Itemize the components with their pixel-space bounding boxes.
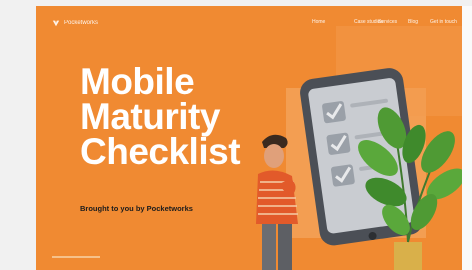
page-title: Mobile Maturity Checklist [80, 61, 241, 172]
byline: Brought to you by Pocketworks [80, 204, 193, 213]
page-edge [462, 6, 472, 270]
nav-item-home[interactable]: Home [312, 19, 325, 25]
title-line-2: Maturity [80, 96, 220, 137]
title-line-1: Mobile [80, 61, 195, 102]
nav-item-services[interactable]: Services [378, 19, 397, 25]
nav-item-blog[interactable]: Blog [408, 19, 418, 25]
top-navigation: Home Case studies Services Blog Get in t… [36, 19, 464, 29]
title-line-3: Checklist [80, 131, 241, 172]
nav-item-get-in-touch[interactable]: Get in touch [430, 19, 457, 25]
scroll-indicator[interactable] [52, 256, 100, 258]
hero-slide: Pocketworks Home Case studies Services B… [36, 6, 464, 270]
